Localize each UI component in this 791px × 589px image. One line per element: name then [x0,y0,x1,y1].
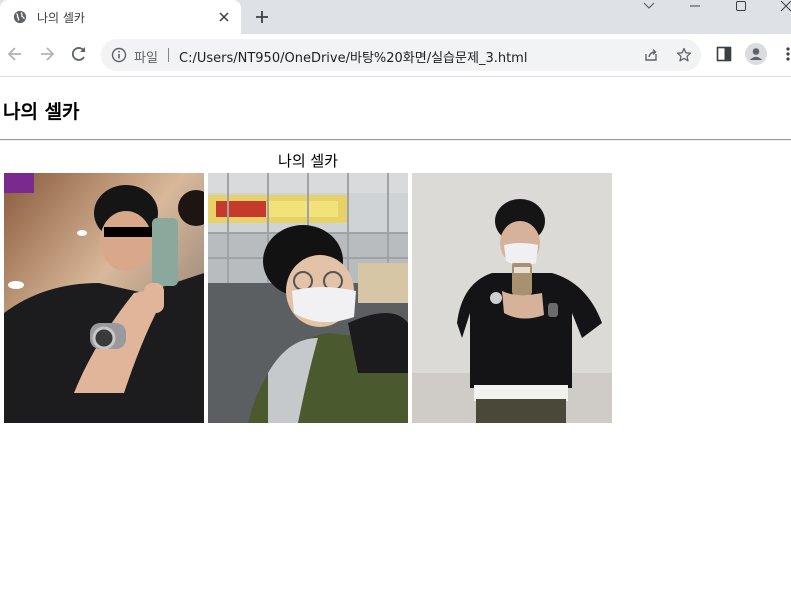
address-scheme-label: 파일 [134,51,158,66]
table-caption: 나의 셀카 [278,152,338,170]
new-tab-icon[interactable] [253,8,271,26]
side-panel-icon[interactable] [715,45,733,63]
horizontal-rule [0,139,791,141]
close-window-icon [780,1,791,12]
selfie-photo-2 [208,173,408,423]
more-menu-icon[interactable] [780,45,790,63]
minimize-icon [690,5,700,7]
browser-toolbar: 파일 C:/Users/NT950/OneDrive/바탕%20화면/실습문제_… [0,34,791,77]
address-separator [168,48,169,62]
page-content: 나의 셀카 나의 셀카 [0,77,791,589]
address-url[interactable]: C:/Users/NT950/OneDrive/바탕%20화면/실습문제_3.h… [179,47,527,66]
browser-tab[interactable]: 나의 셀카 [0,0,241,34]
bookmark-star-icon[interactable] [676,47,692,63]
forward-arrow-icon[interactable] [37,44,57,64]
minimize-button[interactable] [672,0,718,14]
tab-search-button[interactable] [626,0,672,14]
maximize-button[interactable] [718,0,764,14]
close-window-button[interactable] [764,0,791,14]
selfie-photo-3 [412,173,612,423]
back-arrow-icon[interactable] [5,44,25,64]
tab-strip: 나의 셀카 [0,0,791,34]
tab-title: 나의 셀카 [37,11,85,25]
maximize-icon [736,1,746,11]
close-icon[interactable] [216,9,232,25]
profile-avatar-icon[interactable] [745,43,767,65]
globe-icon [13,10,27,24]
address-bar[interactable]: 파일 C:/Users/NT950/OneDrive/바탕%20화면/실습문제_… [101,39,701,71]
chevron-down-icon [643,2,655,9]
share-icon[interactable] [643,47,659,63]
info-icon[interactable] [111,47,127,63]
page-heading: 나의 셀카 [3,101,80,123]
reload-icon[interactable] [69,44,89,64]
selfie-photo-1 [4,173,204,423]
